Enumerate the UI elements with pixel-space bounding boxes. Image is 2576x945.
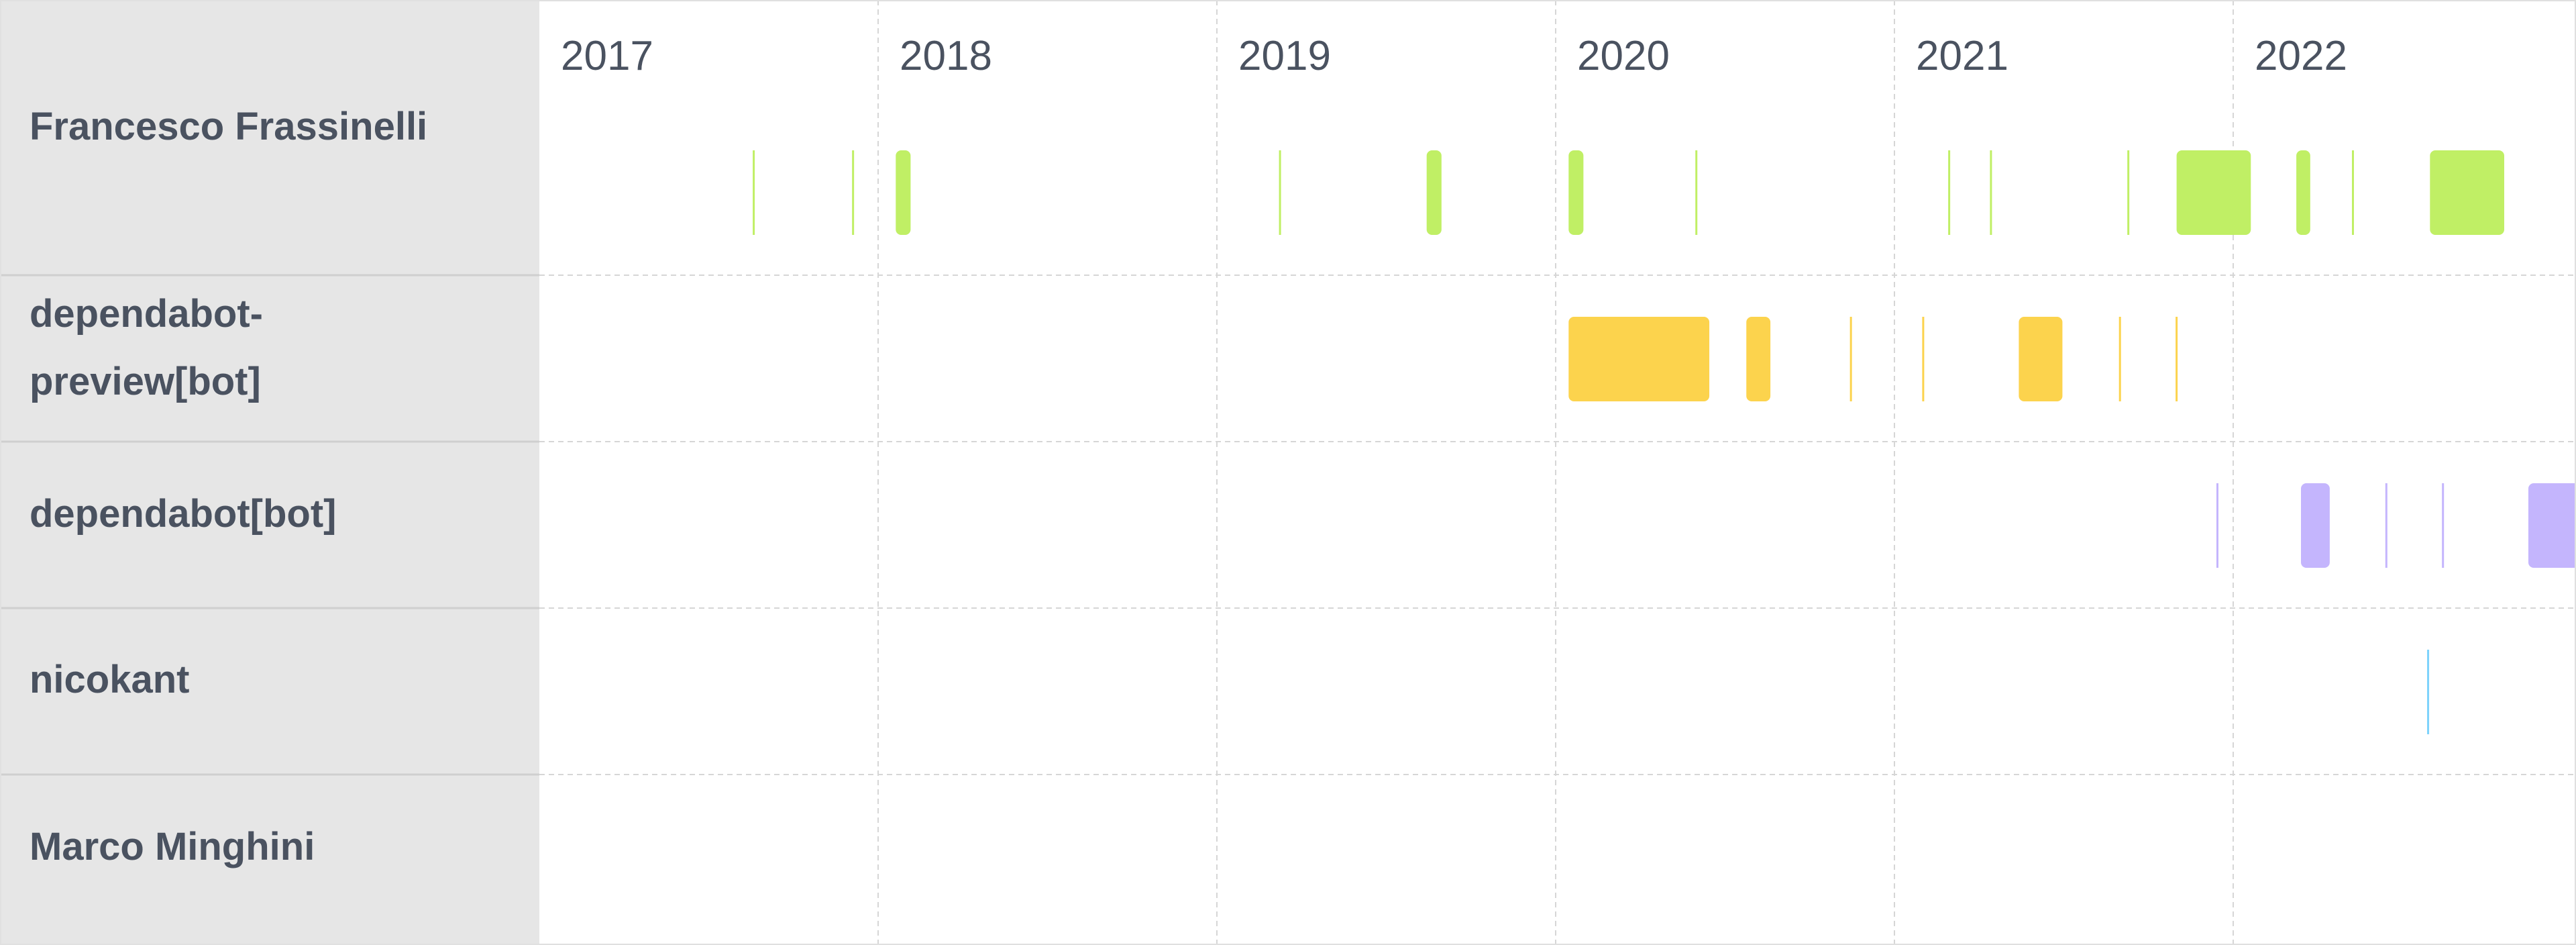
activity-bar	[2528, 483, 2576, 568]
row-label-line: nicokant	[30, 658, 190, 701]
row-label: dependabot[bot]	[30, 492, 336, 536]
activity-bar	[852, 150, 855, 235]
activity-bar	[1746, 317, 1771, 401]
activity-bar	[1990, 150, 1992, 235]
year-label-2018: 2018	[900, 33, 992, 79]
row-label: Marco Minghini	[30, 825, 315, 868]
activity-bar	[1279, 150, 1281, 235]
year-label-2020: 2020	[1577, 33, 1670, 79]
activity-bar	[2127, 150, 2130, 235]
activity-bar	[2216, 483, 2218, 568]
year-label-2019: 2019	[1238, 33, 1331, 79]
activity-bar	[2351, 150, 2354, 235]
activity-bar	[2427, 650, 2430, 734]
year-labels: 2017 2018 2019 2020 2021 2022	[561, 33, 2347, 79]
activity-bar	[1568, 317, 1710, 401]
activity-bar	[1695, 150, 1698, 235]
activity-bars	[753, 150, 2576, 734]
activity-bar	[2296, 150, 2310, 235]
activity-bar	[2118, 317, 2121, 401]
activity-bar	[2385, 483, 2387, 568]
activity-bar	[896, 150, 911, 235]
activity-bar	[1568, 150, 1584, 235]
row-label-line: Francesco Frassinelli	[30, 105, 427, 148]
activity-bar	[2019, 317, 2063, 401]
activity-bar	[753, 150, 755, 235]
year-label-2021: 2021	[1916, 33, 2008, 79]
row-label: Francesco Frassinelli	[30, 105, 427, 148]
row-label-line: preview[bot]	[30, 360, 261, 403]
row-label-line: dependabot-	[30, 292, 263, 336]
activity-bar	[1426, 150, 1442, 235]
activity-bar	[2430, 150, 2504, 235]
row-label: nicokant	[30, 658, 190, 701]
activity-bar	[2176, 150, 2251, 235]
activity-bar	[2301, 483, 2330, 568]
activity-bar	[2442, 483, 2445, 568]
contributor-timeline-chart: 2017 2018 2019 2020 2021 2022 Francesco Frass…	[0, 0, 2576, 945]
activity-bar	[1849, 317, 1852, 401]
activity-bar	[2176, 317, 2178, 401]
row-label-line: dependabot[bot]	[30, 492, 336, 536]
activity-bar	[1948, 150, 1951, 235]
year-label-2022: 2022	[2255, 33, 2347, 79]
year-label-2017: 2017	[561, 33, 653, 79]
row-label-line: Marco Minghini	[30, 825, 315, 868]
activity-bar	[1922, 317, 1925, 401]
